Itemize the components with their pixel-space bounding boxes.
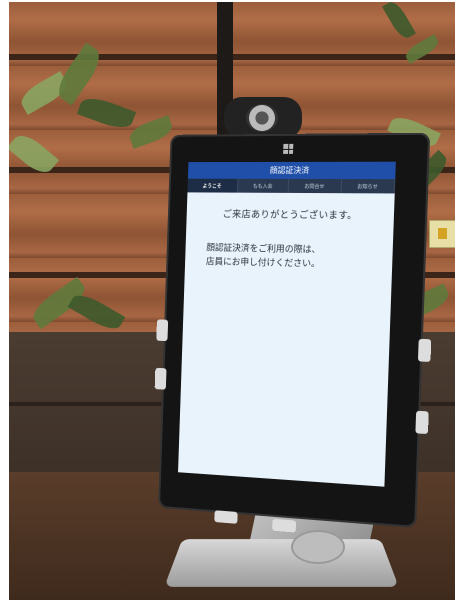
camera-lens-icon [246, 104, 278, 132]
tab-label: ようこそ [202, 183, 222, 190]
holder-clip [156, 319, 169, 342]
app-title: 顔認証決済 [269, 165, 310, 175]
instruction-line: 店員にお申し付けください。 [205, 257, 321, 270]
wall-switch [429, 220, 455, 248]
tab-label: お知らせ [357, 183, 378, 190]
holder-clip [272, 518, 297, 533]
tab-bar: ようこそ もも入会 お問合せ お知らせ [187, 178, 396, 194]
greeting-text: ご来店ありがとうございます。 [222, 209, 358, 222]
tab-signup[interactable]: もも入会 [237, 178, 290, 193]
instruction-text: 顔認証決済をご利用の際は、 店員にお申し付けください。 [194, 241, 384, 273]
holder-clip [214, 510, 238, 524]
photo-scene: 顔認証決済 ようこそ もも入会 お問合せ お知らせ ご来店ありがとうございます。… [9, 2, 455, 600]
holder-clip [415, 410, 429, 435]
tab-contact[interactable]: お問合せ [288, 178, 342, 194]
tab-news[interactable]: お知らせ [341, 179, 396, 194]
webcam [224, 97, 302, 139]
holder-clip [417, 338, 432, 362]
tab-welcome[interactable]: ようこそ [187, 178, 238, 193]
tablet-device: 顔認証決済 ようこそ もも入会 お問合せ お知らせ ご来店ありがとうございます。… [154, 132, 432, 533]
tablet-stand-base [164, 539, 399, 587]
app-title-bar: 顔認証決済 [187, 161, 396, 180]
tablet-stand-cutout [291, 530, 345, 564]
app-screen: 顔認証決済 ようこそ もも入会 お問合せ お知らせ ご来店ありがとうございます。… [178, 161, 396, 487]
message-panel: ご来店ありがとうございます。 顔認証決済をご利用の際は、 店員にお申し付けくださ… [185, 192, 395, 273]
windows-logo-icon [283, 143, 294, 154]
holder-clip [154, 367, 167, 390]
tab-label: もも入会 [252, 183, 273, 190]
tab-label: お問合せ [304, 183, 325, 190]
